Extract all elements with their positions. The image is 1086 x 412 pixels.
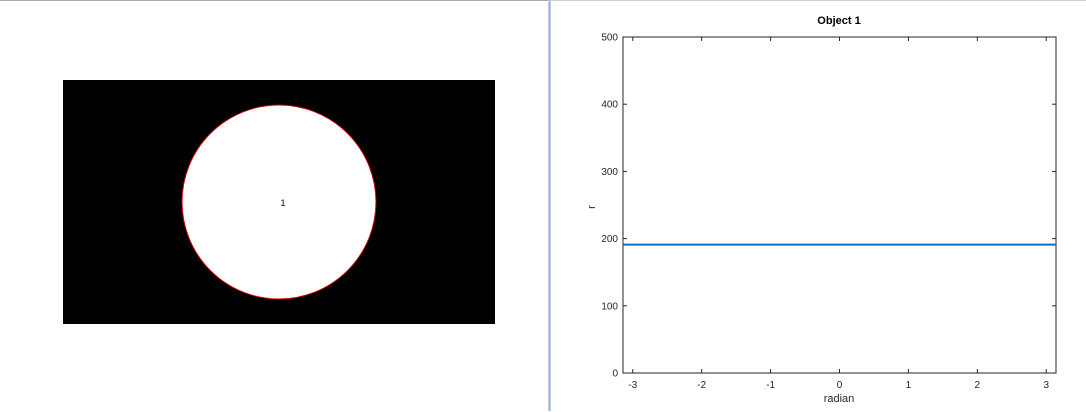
- object-label: 1: [280, 198, 285, 208]
- y-tick-label: 500: [601, 33, 618, 44]
- x-tick-label: 2: [975, 380, 981, 391]
- y-tick-label: 100: [601, 301, 618, 312]
- segmented-object-circle: [181, 104, 377, 300]
- y-axis-title: r: [586, 205, 598, 209]
- x-tick-label: 3: [1043, 380, 1049, 391]
- x-tick-label: -3: [628, 380, 637, 391]
- x-axis-title: radian: [824, 393, 855, 405]
- y-tick-label: 400: [601, 100, 618, 111]
- polar-radius-chart: Object 1 radian r -3 -2 -1 0 1 2 3 0 100 200 300 40…: [586, 15, 1057, 405]
- chart-title: Object 1: [817, 15, 860, 27]
- y-tick-label: 200: [601, 234, 618, 245]
- plot-area-box: [622, 36, 1057, 374]
- image-figure-panel: 1: [0, 0, 548, 411]
- y-tick-label: 0: [612, 369, 618, 380]
- x-tick-label: -2: [697, 380, 706, 391]
- x-tick-label: 1: [906, 380, 912, 391]
- plot-figure-panel: Object 1 radian r -3 -2 -1 0 1 2 3 0 100 200 300 40…: [551, 0, 1086, 411]
- y-tick-label: 300: [601, 167, 618, 178]
- x-tick-label: -1: [766, 380, 775, 391]
- segmentation-image: 1: [63, 80, 495, 324]
- x-tick-label: 0: [837, 380, 843, 391]
